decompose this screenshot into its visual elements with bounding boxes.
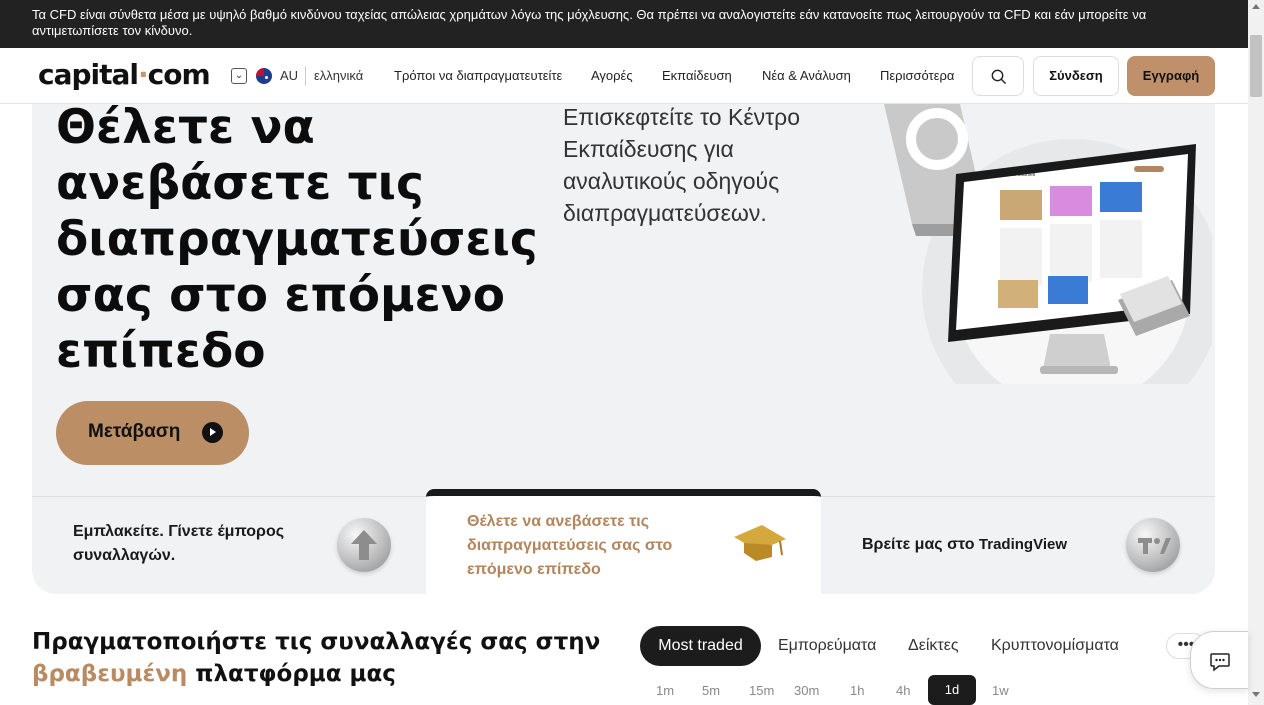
filter-commodities[interactable]: Εμπορεύματα xyxy=(778,637,876,655)
hero-tab-education-label: Θέλετε να ανεβάσετε τις διαπραγματεύσεις… xyxy=(467,513,673,578)
nav-markets[interactable]: Αγορές xyxy=(591,68,633,83)
language-selector[interactable]: ελληνικά xyxy=(314,68,363,83)
search-icon xyxy=(991,69,1007,85)
risk-warning-bar: Τα CFD είναι σύνθετα μέσα με υψηλό βαθμό… xyxy=(0,0,1248,48)
hero-tab-engage-label: Εμπλακείτε. Γίνετε έμπορος συναλλαγών. xyxy=(73,523,285,564)
filter-indices[interactable]: Δείκτες xyxy=(908,637,959,655)
login-button[interactable]: Σύνδεση xyxy=(1033,56,1119,96)
graduation-cap-icon xyxy=(734,525,786,561)
hero-subtitle: Επισκεφτείτε το Κέντρο Εκπαίδευσης για α… xyxy=(563,104,801,226)
timeframe-1d[interactable]: 1d xyxy=(928,675,976,705)
chat-icon xyxy=(1210,653,1230,672)
search-button[interactable] xyxy=(972,56,1024,96)
filter-cryptocurrencies[interactable]: Κρυπτονομίσματα xyxy=(991,637,1119,655)
illustration-courses-text: Our courses xyxy=(1008,172,1036,178)
hero-tab-education[interactable]: Θέλετε να ανεβάσετε τις διαπραγματεύσεις… xyxy=(426,489,821,594)
hero-title: Θέλετε να ανεβάσετε τις διαπραγματεύσεις… xyxy=(56,104,538,379)
nav-ways-to-trade[interactable]: Τρόποι να διαπραγματευτείτε xyxy=(394,68,562,83)
arrow-up-icon xyxy=(337,518,391,572)
timeframe-15m[interactable]: 15m xyxy=(749,683,774,698)
timeframe-1h[interactable]: 1h xyxy=(850,683,864,698)
nav-more[interactable]: Περισσότερα xyxy=(880,68,954,83)
go-button-label: Μετάβαση xyxy=(88,421,181,442)
scrollbar-thumb[interactable] xyxy=(1250,35,1262,97)
hero-tab-tradingview-label: Βρείτε μας στο TradingView xyxy=(862,536,1068,553)
nav-education[interactable]: Εκπαίδευση xyxy=(662,68,732,83)
nav-news-analysis[interactable]: Νέα & Ανάλυση xyxy=(762,68,851,83)
hero-banner: Θέλετε να ανεβάσετε τις διαπραγματεύσεις… xyxy=(32,104,1215,594)
timeframe-1w[interactable]: 1w xyxy=(992,683,1009,698)
scroll-down-arrow-icon[interactable] xyxy=(1252,692,1260,697)
go-button[interactable]: Μετάβαση xyxy=(56,401,249,465)
tradingview-icon xyxy=(1126,518,1180,572)
chat-button[interactable] xyxy=(1190,631,1248,689)
signup-button[interactable]: Εγγραφή xyxy=(1127,56,1215,96)
timeframe-5m[interactable]: 5m xyxy=(702,683,720,698)
education-center-illustration: Our courses xyxy=(884,104,1212,384)
scroll-up-arrow-icon[interactable] xyxy=(1252,4,1260,9)
page-scrollbar[interactable] xyxy=(1248,0,1264,705)
play-arrow-icon xyxy=(202,422,223,443)
risk-warning-text: Τα CFD είναι σύνθετα μέσα με υψηλό βαθμό… xyxy=(32,7,1147,38)
site-header: capital·com ⌄ AU ελληνικά Τρόποι να διαπ… xyxy=(0,48,1248,104)
timeframe-30m[interactable]: 30m xyxy=(794,683,819,698)
chevron-down-icon[interactable]: ⌄ xyxy=(231,68,247,84)
platform-section-title: Πραγματοποιήστε τις συναλλαγές σας στην … xyxy=(32,629,601,687)
australia-flag-icon[interactable] xyxy=(256,68,272,84)
filter-most-traded[interactable]: Most traded xyxy=(640,626,761,666)
capital-com-logo[interactable]: capital·com xyxy=(38,58,211,91)
timeframe-1m[interactable]: 1m xyxy=(656,683,674,698)
timeframe-4h[interactable]: 4h xyxy=(896,683,910,698)
region-selector[interactable]: AU xyxy=(280,68,298,83)
divider xyxy=(305,66,306,86)
